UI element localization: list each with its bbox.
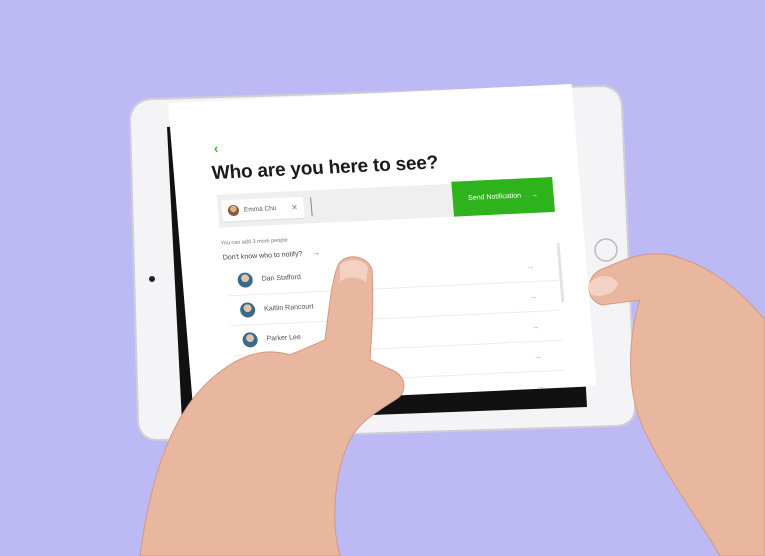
avatar	[239, 302, 256, 318]
page-title: Who are you here to see?	[211, 152, 439, 184]
dont-know-label: Don't know who to notify?	[222, 250, 303, 262]
text-cursor	[310, 197, 313, 217]
app-screen: ‹ Who are you here to see? Emma Chu ✕ Se…	[168, 83, 597, 406]
people-list: Dan Stafford → Kaitlin Rancourt → Parker…	[225, 250, 568, 406]
person-name: Kaitlin Rancourt	[263, 303, 314, 313]
recipient-limit-hint: You can add 3 more people	[220, 237, 288, 247]
chevron-left-icon: ‹	[213, 140, 219, 156]
arrow-right-icon: →	[530, 191, 539, 199]
camera-icon	[149, 276, 155, 282]
arrow-right-icon: →	[311, 248, 321, 258]
arrow-right-icon: →	[526, 261, 535, 272]
arrow-right-icon: →	[533, 351, 543, 362]
recipient-chip[interactable]: Emma Chu ✕	[221, 196, 305, 222]
arrow-right-icon: →	[530, 321, 540, 332]
back-button[interactable]: ‹	[213, 141, 219, 156]
recipient-name: Emma Chu	[243, 205, 277, 214]
recipient-input[interactable]: Emma Chu ✕	[216, 183, 458, 228]
avatar	[237, 272, 254, 288]
close-icon[interactable]: ✕	[291, 203, 298, 212]
send-label: Send Notification	[467, 192, 522, 202]
person-name: Parker Lee	[266, 334, 302, 343]
arrow-right-icon: →	[528, 291, 538, 302]
tablet-device: ‹ Who are you here to see? Emma Chu ✕ Se…	[0, 0, 765, 556]
home-button	[594, 238, 618, 262]
avatar	[227, 204, 240, 217]
avatar	[242, 332, 259, 348]
dont-know-link[interactable]: Don't know who to notify? →	[222, 248, 321, 262]
person-name: Dan Stafford	[261, 273, 302, 283]
send-notification-button[interactable]: Send Notification →	[451, 176, 555, 217]
